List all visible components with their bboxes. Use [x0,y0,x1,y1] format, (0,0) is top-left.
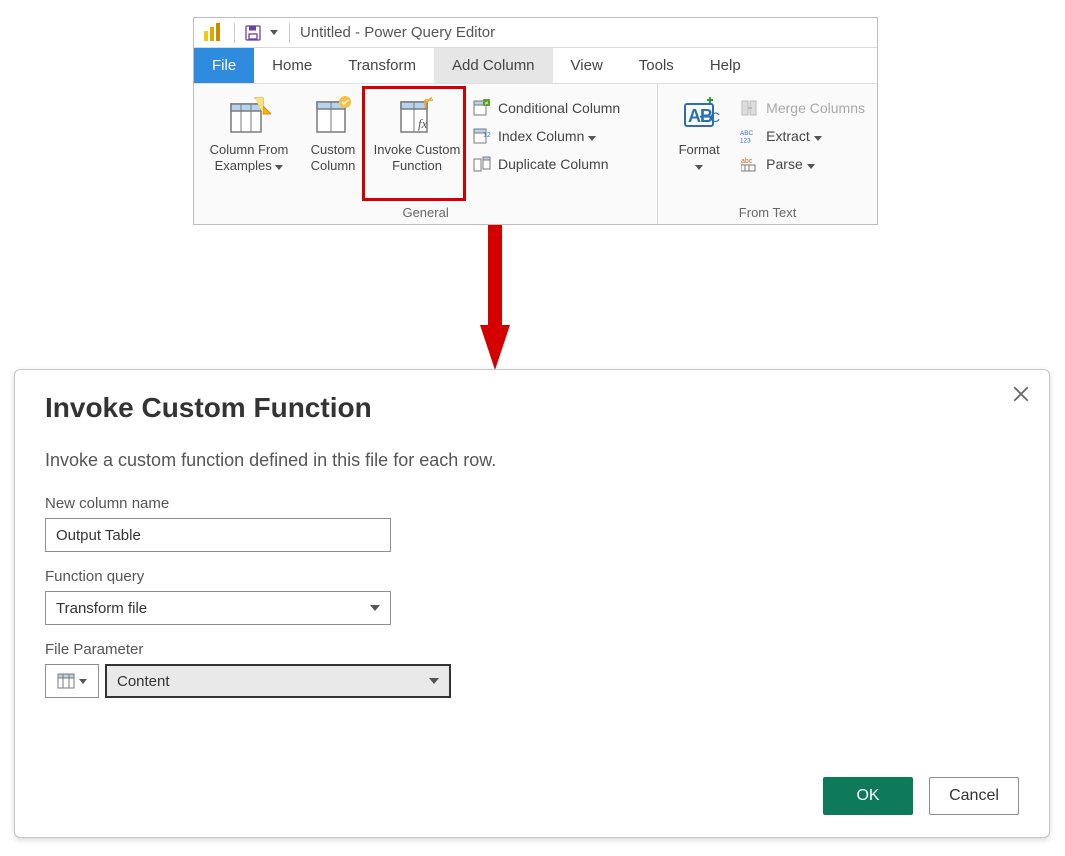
ribbon-tabs: File Home Transform Add Column View Tool… [194,48,877,84]
window-title: Untitled - Power Query Editor [296,24,495,41]
duplicate-column-label: Duplicate Column [498,156,609,172]
index-column-button[interactable]: 123 Index Column [470,122,622,150]
power-query-editor-window: Untitled - Power Query Editor File Home … [193,17,878,225]
new-column-name-input[interactable] [45,518,391,552]
merge-columns-label: Merge Columns [766,100,865,116]
extract-icon: ABC 123 [740,126,760,146]
annotation-arrow-icon [480,225,510,370]
chevron-down-icon [79,679,87,684]
close-icon [1012,385,1030,403]
svg-text:C: C [710,109,720,125]
tab-tools[interactable]: Tools [621,48,692,83]
dialog-subtitle: Invoke a custom function defined in this… [45,450,1019,471]
column-from-examples-icon [227,94,271,138]
function-query-select[interactable]: Transform file [45,591,391,625]
tab-home[interactable]: Home [254,48,330,83]
parse-button[interactable]: abc Parse [738,150,867,178]
save-icon[interactable] [245,25,261,41]
tab-transform[interactable]: Transform [330,48,434,83]
invoke-custom-function-label: Invoke Custom Function [370,142,464,173]
duplicate-column-icon [472,154,492,174]
conditional-column-button[interactable]: ≠ Conditional Column [470,94,622,122]
tab-file[interactable]: File [194,48,254,83]
merge-columns-icon [740,98,760,118]
tab-help[interactable]: Help [692,48,759,83]
invoke-custom-function-button[interactable]: fx Invoke Custom Function [368,90,466,177]
function-query-label: Function query [45,568,1019,585]
title-bar: Untitled - Power Query Editor [194,18,877,48]
column-from-examples-button[interactable]: Column From Examples [200,90,298,177]
qat-dropdown-icon[interactable] [269,28,279,38]
file-parameter-value: Content [117,673,170,690]
index-column-label: Index Column [498,128,596,144]
conditional-column-label: Conditional Column [498,100,620,116]
svg-text:123: 123 [483,132,491,139]
column-from-examples-label: Column From Examples [202,142,296,173]
parse-icon: abc [740,154,760,174]
custom-column-label: Custom Column [300,142,366,173]
chevron-down-icon [429,678,439,684]
function-query-value: Transform file [56,600,147,617]
format-label: Format [679,142,720,173]
cancel-button[interactable]: Cancel [929,777,1019,815]
duplicate-column-button[interactable]: Duplicate Column [470,150,622,178]
table-icon [57,672,75,690]
parameter-type-button[interactable] [45,664,99,698]
index-column-icon: 123 [472,126,492,146]
ok-button[interactable]: OK [823,777,913,815]
custom-column-button[interactable]: Custom Column [298,90,368,177]
tab-view[interactable]: View [553,48,621,83]
svg-text:ABC: ABC [740,130,753,137]
new-column-name-label: New column name [45,495,1019,512]
merge-columns-button: Merge Columns [738,94,867,122]
conditional-column-icon: ≠ [472,98,492,118]
group-label-general: General [200,203,651,224]
tab-add-column[interactable]: Add Column [434,48,553,83]
file-parameter-select[interactable]: Content [105,664,451,698]
extract-label: Extract [766,128,821,144]
chevron-down-icon [370,605,380,611]
parse-label: Parse [766,156,814,172]
close-button[interactable] [1007,380,1035,408]
ribbon-body: Column From Examples Cu [194,84,877,224]
invoke-custom-function-icon: fx [395,94,439,138]
svg-text:abc: abc [741,158,753,165]
custom-column-icon [311,94,355,138]
dialog-title: Invoke Custom Function [45,392,1019,424]
power-bi-logo-icon [200,21,224,45]
format-icon: A B C [677,94,721,138]
svg-text:fx: fx [418,116,428,131]
format-button[interactable]: A B C Format [664,90,734,177]
invoke-custom-function-dialog: Invoke Custom Function Invoke a custom f… [14,369,1050,838]
extract-button[interactable]: ABC 123 Extract [738,122,867,150]
group-label-from-text: From Text [664,203,871,224]
svg-text:123: 123 [740,137,751,144]
file-parameter-label: File Parameter [45,641,1019,658]
